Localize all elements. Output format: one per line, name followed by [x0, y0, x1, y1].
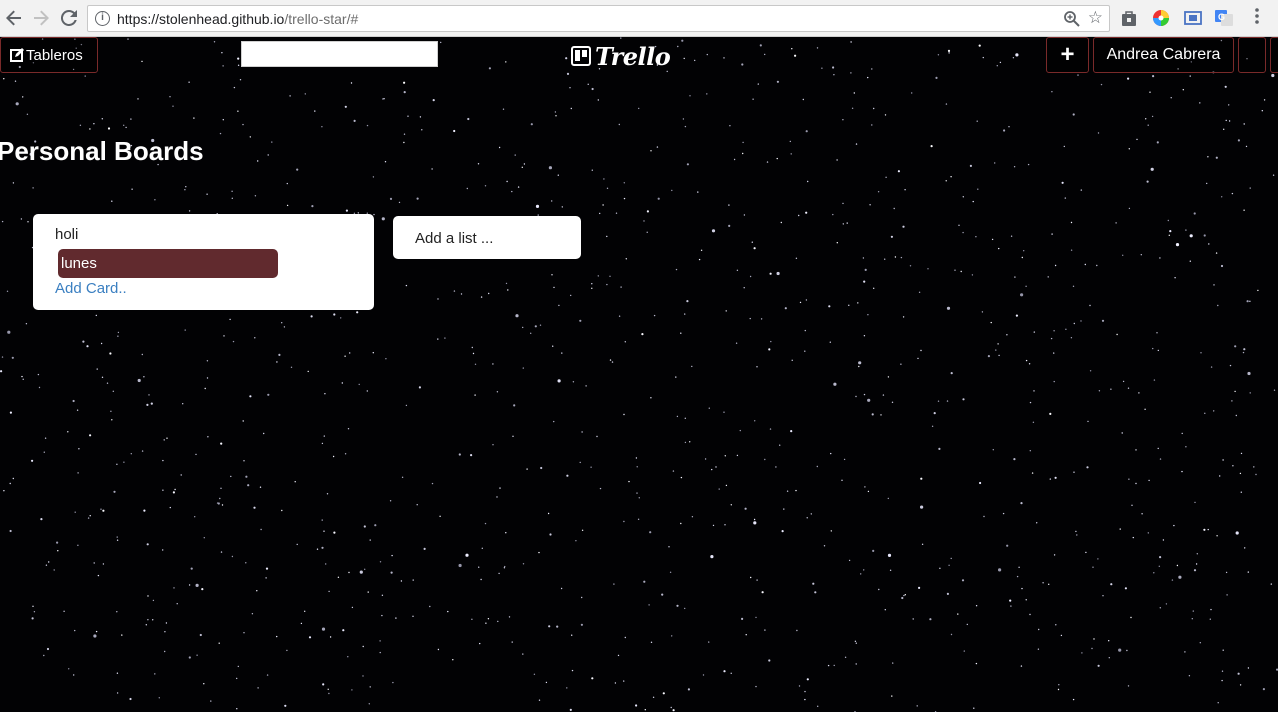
url-path: /trello-star/#: [284, 11, 359, 27]
add-list-button[interactable]: Add a list ...: [393, 216, 581, 259]
plus-icon: +: [1060, 41, 1075, 68]
color-wheel-extension-icon[interactable]: [1152, 9, 1170, 27]
extension-bag-icon[interactable]: [1120, 9, 1138, 27]
screen-capture-extension-icon[interactable]: [1184, 9, 1202, 27]
card-item[interactable]: lunes: [58, 249, 278, 278]
app-header: Tableros Trello + Andrea Cabrera: [0, 37, 1278, 74]
info-button[interactable]: [1238, 37, 1266, 73]
forward-arrow-icon[interactable]: [30, 7, 52, 29]
url-text[interactable]: https://stolenhead.github.io/trello-star…: [117, 11, 358, 27]
trello-logo[interactable]: Trello: [571, 41, 671, 71]
browser-toolbar: i https://stolenhead.github.io/trello-st…: [0, 0, 1278, 37]
reload-icon[interactable]: [58, 7, 80, 29]
translate-extension-icon[interactable]: G: [1215, 9, 1233, 27]
edit-icon: [10, 48, 24, 62]
notifications-button[interactable]: [1270, 37, 1278, 73]
page-title: Personal Boards: [0, 136, 204, 166]
url-host: https://stolenhead.github.io: [117, 11, 285, 27]
browser-menu-icon[interactable]: [1251, 8, 1263, 28]
user-menu-button[interactable]: Andrea Cabrera: [1093, 37, 1234, 73]
add-card-link[interactable]: Add Card..: [55, 280, 127, 297]
list-holi: holi lunes Add Card..: [33, 214, 374, 310]
back-arrow-icon[interactable]: [3, 7, 25, 29]
trello-board-icon: [571, 46, 591, 66]
logo-text: Trello: [595, 41, 671, 71]
add-button[interactable]: +: [1046, 37, 1089, 73]
svg-text:G: G: [1218, 12, 1225, 22]
user-name: Andrea Cabrera: [1106, 46, 1221, 63]
bookmark-star-icon[interactable]: ☆: [1088, 8, 1103, 28]
list-title[interactable]: holi: [55, 226, 78, 243]
zoom-icon[interactable]: [1063, 10, 1081, 28]
address-bar[interactable]: i https://stolenhead.github.io/trello-st…: [87, 5, 1110, 32]
boards-button[interactable]: Tableros: [0, 37, 98, 73]
page-background: Tableros Trello + Andrea Cabrera Persona…: [0, 37, 1278, 712]
boards-button-label: Tableros: [26, 46, 83, 64]
site-info-icon[interactable]: i: [95, 11, 110, 26]
search-input[interactable]: [241, 41, 438, 67]
